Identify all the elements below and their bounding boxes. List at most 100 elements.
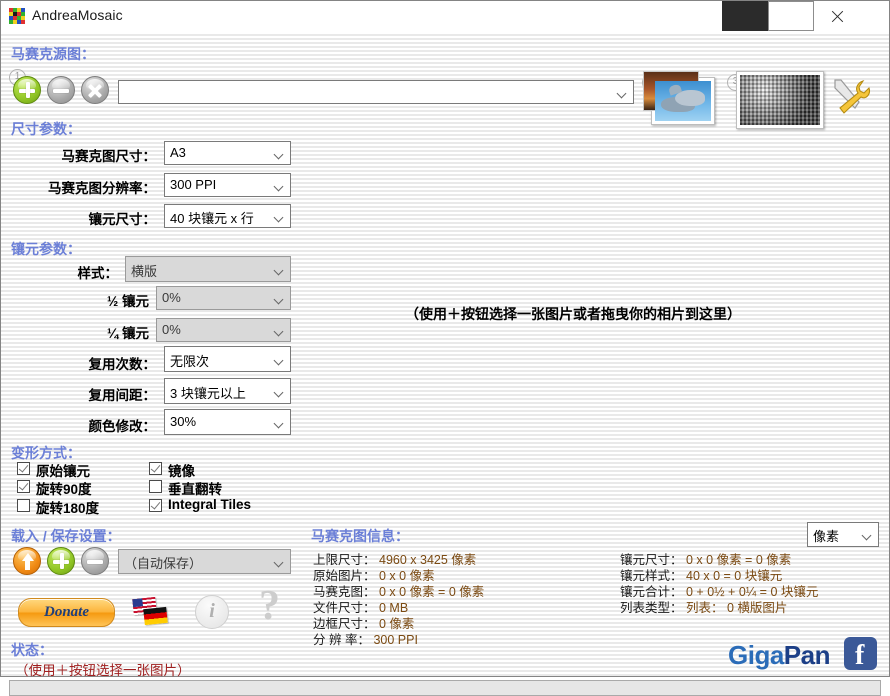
progress-bar — [9, 680, 881, 696]
gigapan-logo[interactable]: GigaPan — [728, 640, 830, 671]
reuse-count-label: 复用次数： — [1, 353, 156, 373]
size-params-title: 尺寸参数： — [11, 119, 81, 139]
remove-settings-button[interactable] — [81, 547, 109, 575]
info-value: 300 PPI — [373, 633, 417, 647]
checkbox-label: 原始镶元 — [36, 460, 90, 480]
help-icon[interactable]: ? — [259, 590, 293, 632]
mosaic-resolution-value: 300 PPI — [170, 177, 216, 192]
quarter-tile-value: 0% — [162, 322, 181, 337]
tile-size-label: 镶元尺寸： — [1, 208, 156, 228]
chevron-down-icon — [275, 389, 283, 397]
color-change-value: 30% — [170, 414, 196, 429]
chevron-down-icon — [275, 183, 283, 191]
clear-source-images-button[interactable] — [81, 76, 109, 104]
reuse-distance-value: 3 块镶元以上 — [170, 383, 246, 402]
load-settings-button[interactable] — [13, 547, 41, 575]
half-tile-select[interactable]: 0% — [156, 286, 291, 310]
tile-size-select[interactable]: 40 块镶元 x 行 — [164, 204, 291, 228]
info-value: 列表： 0 横版图片 — [686, 601, 787, 615]
status-message: （使用＋按钮选择一张图片） — [15, 659, 191, 679]
checkbox-label: 旋转90度 — [36, 478, 92, 498]
maximize-icon — [768, 1, 814, 31]
minimize-button[interactable] — [722, 1, 768, 31]
mosaic-size-select[interactable]: A3 — [164, 141, 291, 165]
chevron-down-icon — [275, 296, 283, 304]
source-section-title: 马赛克源图： — [11, 44, 95, 64]
german-flag-icon — [143, 607, 168, 625]
dolphin-thumbnail-icon — [655, 81, 711, 121]
tile-style-select[interactable]: 横版 — [125, 256, 291, 282]
mosaic-resolution-select[interactable]: 300 PPI — [164, 173, 291, 197]
chevron-down-icon — [275, 559, 283, 567]
half-tile-label: ½ 镶元 — [1, 290, 149, 310]
reuse-count-select[interactable]: 无限次 — [164, 346, 291, 372]
language-flags-icon[interactable] — [133, 596, 173, 628]
donate-button[interactable]: Donate — [18, 598, 115, 627]
drop-area-hint: （使用＋按钮选择一张图片或者拖曳你的相片到这里） — [405, 304, 741, 324]
source-image-select[interactable] — [118, 80, 634, 104]
mosaic-resolution-label: 马赛克图分辨率： — [1, 177, 156, 197]
checkbox-label: 旋转180度 — [36, 497, 99, 517]
add-source-image-button[interactable] — [13, 76, 41, 104]
add-settings-button[interactable] — [47, 547, 75, 575]
quarter-tile-select[interactable]: 0% — [156, 318, 291, 342]
facebook-icon[interactable]: f — [844, 637, 877, 670]
facebook-f-glyph: f — [855, 640, 864, 672]
mosaic-size-value: A3 — [170, 145, 186, 160]
settings-preset-value: （自动保存） — [124, 553, 202, 572]
tile-style-value: 横版 — [131, 261, 157, 280]
main-panel: 马赛克源图： 1 2 3 — [1, 32, 889, 676]
info-row: 列表类型： 列表： 0 横版图片 — [620, 597, 787, 616]
mosaic-size-label: 马赛克图尺寸： — [1, 145, 156, 165]
chevron-down-icon — [275, 328, 283, 336]
chevron-down-icon — [275, 267, 283, 275]
units-select[interactable]: 像素 — [807, 522, 879, 547]
info-label: 列表类型： — [620, 601, 683, 615]
tile-style-label: 样式： — [1, 262, 118, 282]
tile-params-title: 镶元参数： — [11, 239, 81, 259]
gigapan-pan-text: Pan — [784, 640, 830, 670]
donate-label: Donate — [19, 604, 114, 621]
minus-icon — [48, 77, 74, 103]
chevron-down-icon — [618, 90, 626, 98]
checkbox-box — [149, 462, 162, 475]
tile-size-value: 40 块镶元 x 行 — [170, 208, 254, 227]
app-icon — [9, 8, 25, 24]
mosaic-preview-button[interactable] — [736, 71, 824, 129]
half-tile-value: 0% — [162, 290, 181, 305]
checkbox-box — [149, 499, 162, 512]
maximize-button[interactable] — [768, 1, 814, 31]
chevron-down-icon — [275, 214, 283, 222]
tools-icon[interactable] — [829, 76, 871, 116]
chevron-down-icon — [275, 357, 283, 365]
checkbox-label: 镜像 — [168, 460, 195, 480]
window-title: AndreaMosaic — [32, 7, 123, 23]
reuse-count-value: 无限次 — [170, 351, 209, 370]
chevron-down-icon — [863, 532, 871, 540]
info-icon[interactable]: i — [195, 595, 229, 629]
settings-preset-select[interactable]: （自动保存） — [118, 549, 291, 574]
tiles-preview-button[interactable] — [651, 77, 715, 125]
title-bar: AndreaMosaic — [1, 1, 889, 33]
chevron-down-icon — [275, 420, 283, 428]
chevron-down-icon — [275, 151, 283, 159]
remove-source-image-button[interactable] — [47, 76, 75, 104]
gigapan-giga-text: Giga — [728, 640, 784, 670]
close-button[interactable] — [814, 1, 860, 31]
color-change-label: 颜色修改： — [1, 415, 156, 435]
quarter-tile-label: ¼ 镶元 — [1, 322, 149, 342]
checkbox-box — [17, 462, 30, 475]
reuse-distance-select[interactable]: 3 块镶元以上 — [164, 378, 291, 404]
color-change-select[interactable]: 30% — [164, 409, 291, 435]
minimize-icon — [722, 1, 768, 31]
info-row: 分 辨 率： 300 PPI — [313, 629, 418, 648]
reuse-distance-label: 复用间距： — [1, 384, 156, 404]
checkbox-label: Integral Tiles — [168, 497, 251, 512]
checkbox-label: 垂直翻转 — [168, 478, 222, 498]
close-icon — [814, 1, 860, 31]
status-title: 状态： — [11, 640, 53, 660]
minus-icon — [82, 548, 108, 574]
units-value: 像素 — [813, 526, 839, 545]
mosaic-thumbnail-icon — [740, 75, 820, 125]
close-x-icon — [82, 77, 108, 103]
